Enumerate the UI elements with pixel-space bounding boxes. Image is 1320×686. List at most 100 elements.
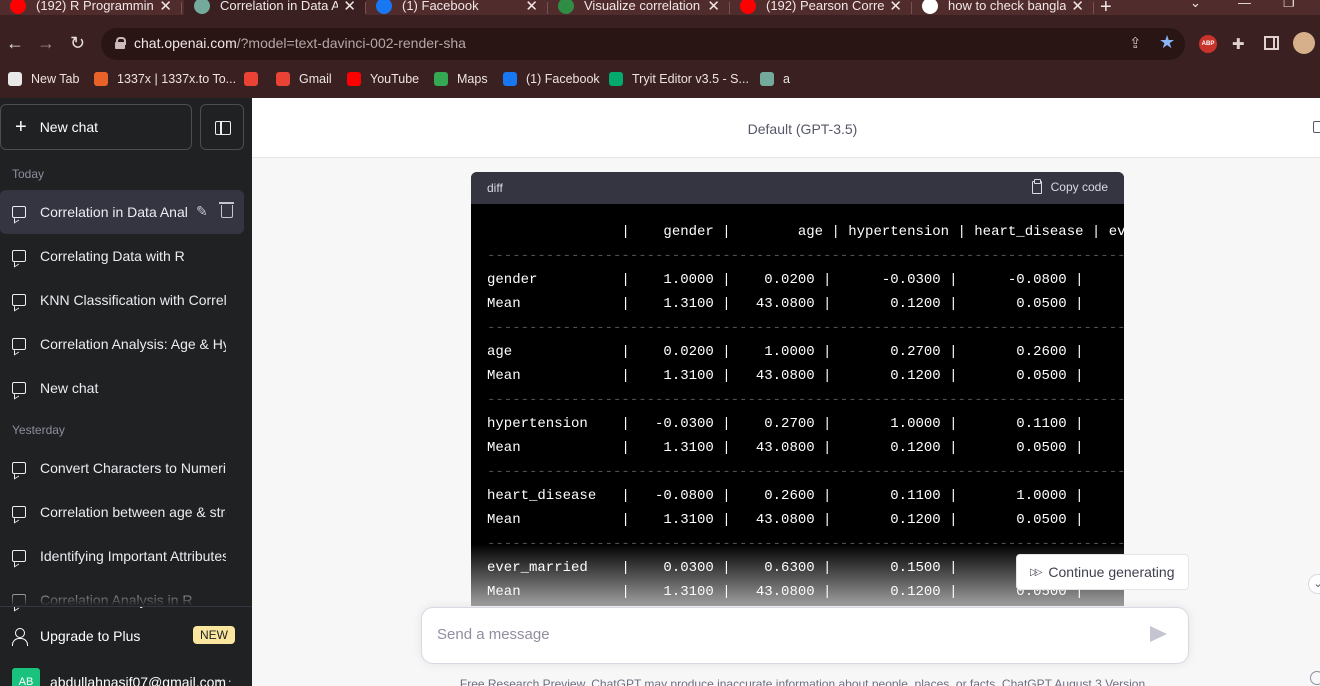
bookmark-item[interactable]	[244, 72, 267, 86]
code-separator-line: ----------------------------------------…	[487, 464, 1124, 480]
share-icon[interactable]: ⇪	[1129, 34, 1142, 52]
new-badge: NEW	[193, 626, 235, 644]
conversation-item[interactable]: New chat	[0, 366, 244, 410]
code-separator-line: ----------------------------------------…	[487, 392, 1124, 408]
conversation-label: Identifying Important Attributes	[40, 548, 226, 564]
gmail-icon	[276, 72, 290, 86]
tab-search-icon[interactable]: ⌄	[1190, 0, 1201, 11]
back-icon[interactable]: ←	[6, 34, 24, 52]
minimize-icon[interactable]: —	[1238, 0, 1251, 10]
bookmark-item[interactable]: (1) Facebook	[503, 72, 600, 86]
browser-tab-strip: + ⌄ — ❐ (192) R Programming ✕ Correlation …	[0, 0, 1320, 15]
extensions-icon[interactable]: ✚	[1232, 35, 1245, 53]
sidebar-fade	[0, 586, 244, 606]
globe-icon	[8, 72, 22, 86]
message-input[interactable]	[437, 626, 1127, 643]
code-line: Mean | 1.3100 | 43.0800 | 0.1200 | 0.050…	[487, 440, 1084, 456]
bookmark-star-icon[interactable]: ★	[1159, 32, 1175, 53]
url-text[interactable]: chat.openai.com/?model=text-davinci-002-…	[134, 35, 466, 51]
close-tab-icon[interactable]: ✕	[707, 0, 720, 15]
bookmark-label: Tryit Editor v3.5 - S...	[632, 72, 749, 86]
account-email: abdullahnasif07@gmail.com	[50, 674, 227, 686]
bookmark-item[interactable]: Gmail	[276, 72, 332, 86]
bookmark-item[interactable]: a	[760, 72, 790, 86]
section-yesterday: Yesterday	[12, 423, 65, 437]
forward-icon[interactable]: →	[37, 34, 55, 52]
conversation-label: Convert Characters to Numeric	[40, 460, 226, 476]
new-chat-button[interactable]: + New chat	[0, 104, 192, 150]
chat-sidebar: + New chat Today Correlation in Data Ana…	[0, 98, 252, 686]
conversation-label: Correlation in Data Analysis	[40, 204, 188, 220]
adblock-plus-icon[interactable]: ABP	[1199, 35, 1217, 53]
fast-forward-icon: ▷▷	[1030, 566, 1043, 578]
browser-tab[interactable]: (1) Facebook ✕	[366, 0, 548, 15]
chat-bubble-icon	[12, 462, 26, 474]
continue-label: Continue generating	[1048, 564, 1175, 580]
code-line: age | 0.0200 | 1.0000 | 0.2700 | 0.2600 …	[487, 344, 1084, 360]
bookmark-item[interactable]: Maps	[434, 72, 488, 86]
close-tab-icon[interactable]: ✕	[159, 0, 172, 15]
bookmark-item[interactable]: New Tab	[8, 72, 79, 86]
conversation-item[interactable]: Correlation Analysis: Age & Hypertension	[0, 322, 244, 366]
conversation-item[interactable]: KNN Classification with Correlation	[0, 278, 244, 322]
code-line: hypertension | -0.0300 | 0.2700 | 1.0000…	[487, 416, 1084, 432]
send-icon[interactable]	[1150, 626, 1167, 642]
bookmark-item[interactable]: YouTube	[347, 72, 419, 86]
code-line: Mean | 1.3100 | 43.0800 | 0.1200 | 0.050…	[487, 296, 1084, 312]
account-button[interactable]: AB abdullahnasif07@gmail.com	[12, 668, 226, 686]
conversation-item[interactable]: Correlation in Data Analysis ✎	[0, 190, 244, 234]
edit-icon[interactable]: ✎	[196, 203, 208, 220]
conversation-label: Correlating Data with R	[40, 248, 185, 264]
browser-tab[interactable]: Correlation in Data Analysis ✕	[184, 0, 366, 15]
bookmark-item[interactable]: Tryit Editor v3.5 - S...	[609, 72, 749, 86]
youtube-icon	[740, 0, 756, 14]
upgrade-button[interactable]: Upgrade to Plus NEW	[0, 614, 244, 658]
youtube-icon	[347, 72, 361, 86]
bookmark-item[interactable]: 1337x | 1337x.to To...	[94, 72, 236, 86]
trash-icon[interactable]	[219, 202, 234, 218]
new-chat-label: New chat	[39, 119, 99, 135]
close-tab-icon[interactable]: ✕	[343, 0, 356, 15]
bookmark-label: (1) Facebook	[526, 72, 600, 86]
scroll-down-icon[interactable]: ⌄	[1308, 574, 1320, 594]
close-tab-icon[interactable]: ✕	[889, 0, 902, 15]
chatgpt-icon	[194, 0, 210, 14]
browser-tab[interactable]: (192) Pearson Correlation ✕	[730, 0, 912, 15]
chat-main: Default (GPT-3.5) diff Copy code | gende…	[252, 98, 1320, 686]
code-line: Mean | 1.3100 | 43.0800 | 0.1200 | 0.050…	[487, 512, 1084, 528]
youtube-icon	[10, 0, 26, 14]
profile-avatar[interactable]	[1293, 32, 1315, 54]
conversation-item[interactable]: Correlation between age & stroke	[0, 490, 244, 534]
continue-generating-button[interactable]: ▷▷ Continue generating	[1016, 554, 1189, 590]
conversation-item[interactable]: Identifying Important Attributes	[0, 534, 244, 578]
bookmark-label: YouTube	[370, 72, 420, 86]
plus-icon: +	[15, 116, 27, 138]
tab-title: (192) R Programming	[36, 0, 154, 13]
address-bar[interactable]: chat.openai.com/?model=text-davinci-002-…	[101, 28, 1185, 60]
user-icon	[12, 628, 28, 646]
close-tab-icon[interactable]: ✕	[525, 0, 538, 15]
reload-icon[interactable]: ↻	[70, 34, 85, 52]
browser-tab[interactable]: Visualize correlation m ✕	[548, 0, 730, 15]
toggle-sidebar-button[interactable]	[200, 104, 244, 150]
conversation-item[interactable]: Convert Characters to Numeric	[0, 446, 244, 490]
code-line: Mean | 1.3100 | 43.0800 | 0.1200 | 0.050…	[487, 368, 1084, 384]
new-tab-button[interactable]: +	[1100, 0, 1112, 15]
chat-bubble-icon	[12, 382, 26, 394]
code-header: diff Copy code	[471, 172, 1124, 204]
lock-icon[interactable]	[115, 37, 126, 49]
help-icon[interactable]	[1310, 671, 1320, 685]
tab-title: (1) Facebook	[402, 0, 479, 13]
conversation-item[interactable]: Correlating Data with R	[0, 234, 244, 278]
close-tab-icon[interactable]: ✕	[1071, 0, 1084, 15]
browser-tab[interactable]: (192) R Programming ✕	[0, 0, 182, 15]
clipboard-icon	[1031, 178, 1042, 194]
bookmark-label: Gmail	[299, 72, 332, 86]
share-chat-icon[interactable]	[1313, 121, 1320, 133]
side-panel-icon[interactable]	[1264, 36, 1279, 50]
code-line: | gender | age | hypertension | heart_di…	[621, 224, 1124, 240]
more-options-icon[interactable]: ···	[216, 672, 233, 686]
restore-icon[interactable]: ❐	[1283, 0, 1295, 11]
copy-code-button[interactable]: Copy code	[1031, 178, 1108, 194]
browser-tab[interactable]: how to check banglalink ✕	[912, 0, 1094, 15]
